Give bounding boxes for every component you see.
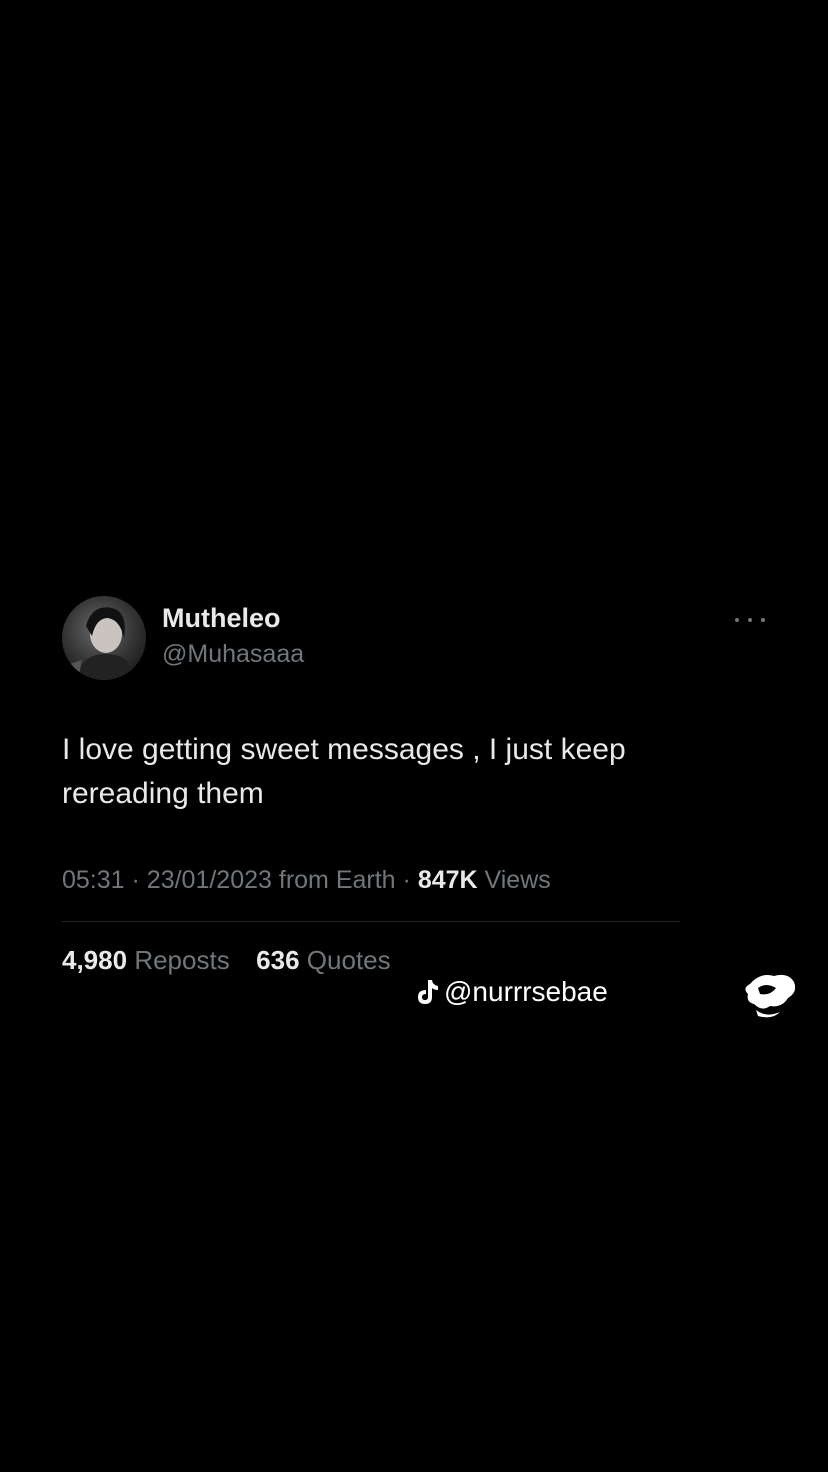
display-name[interactable]: Mutheleo	[162, 603, 281, 634]
separator-dot: ·	[131, 866, 147, 894]
tiktok-corner-logo-icon	[745, 974, 796, 1018]
tweet-source: from Earth	[278, 866, 396, 894]
tweet-time[interactable]: 05:31	[62, 866, 125, 894]
engagement-stats: 4,980 Reposts 636 Quotes	[62, 945, 391, 976]
reposts-link[interactable]: 4,980 Reposts	[62, 945, 237, 975]
tweet-meta: 05:31 · 23/01/2023 from Earth · 847K Vie…	[62, 866, 551, 895]
views-count: 847K	[417, 866, 478, 894]
views-label: Views	[484, 866, 551, 894]
tiktok-watermark: @nurrrsebae	[414, 976, 608, 1008]
tweet-text: I love getting sweet messages , I just k…	[62, 733, 626, 810]
quotes-label: Quotes	[306, 945, 391, 975]
avatar-photo-icon	[62, 607, 136, 680]
more-dot	[735, 618, 739, 622]
more-dot	[761, 618, 765, 622]
quotes-count: 636	[256, 945, 300, 975]
watermark-username: @nurrrsebae	[444, 976, 608, 1007]
reposts-count: 4,980	[62, 945, 128, 975]
separator-dot: ·	[402, 866, 418, 894]
divider	[62, 921, 680, 922]
tiktok-logo-icon	[418, 980, 438, 1004]
quotes-link[interactable]: 636 Quotes	[256, 945, 390, 975]
avatar[interactable]	[62, 596, 146, 680]
more-dot	[748, 618, 752, 622]
more-options-icon[interactable]	[735, 610, 765, 630]
tweet-date[interactable]: 23/01/2023	[147, 866, 272, 894]
reposts-label: Reposts	[134, 945, 230, 975]
tweet-card: Mutheleo @Muhasaaa I love getting sweet …	[0, 0, 828, 1472]
user-handle[interactable]: @Muhasaaa	[162, 640, 304, 669]
